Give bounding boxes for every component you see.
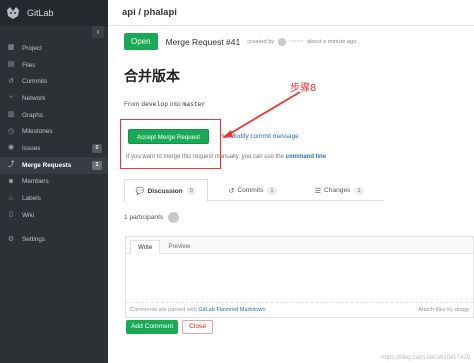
participants-label: 1 participants (124, 214, 164, 221)
into-label: into (169, 101, 181, 108)
sidebar-item-label: Graphs (22, 111, 43, 119)
graphs-icon: ▥ (7, 111, 15, 119)
clock-icon: ◷ (7, 127, 15, 135)
sidebar-item-label: Labels (22, 195, 41, 203)
sidebar-item-label: Wiki (22, 211, 35, 219)
comments-icon: 💬 (135, 188, 145, 195)
book-icon: ▯ (9, 211, 13, 219)
merge-icon: ⤴ (7, 161, 15, 169)
history-icon: ↺ (228, 187, 235, 195)
author-name[interactable]: ~~~~ (289, 39, 303, 45)
close-button[interactable]: Close (182, 320, 214, 334)
tab-write[interactable]: Write (130, 240, 161, 254)
comment-actions: Add Comment Close (126, 320, 214, 334)
sidebar-item-label: Commits (22, 78, 48, 86)
sidebar-item-members[interactable]: ☻ Members (0, 174, 108, 191)
merge-requests-count-badge: 1 (92, 160, 102, 170)
tab-preview[interactable]: Preview (160, 239, 198, 253)
sidebar-item-issues[interactable]: ◉ Issues 0 (0, 140, 108, 157)
created-by-label: created by (247, 38, 275, 45)
network-icon: ⑂ (8, 94, 14, 102)
add-comment-button[interactable]: Add Comment (126, 320, 179, 334)
dashboard-icon: ▦ (7, 44, 15, 52)
sidebar-item-project[interactable]: ▦ Project (0, 40, 108, 57)
brand[interactable]: GitLab (0, 0, 108, 26)
modify-link-label: Modify commit message (229, 133, 299, 140)
author-avatar[interactable] (278, 37, 287, 46)
markdown-link[interactable]: GitLab Flavored Markdown (198, 307, 265, 313)
sidebar-item-files[interactable]: ▤ Files (0, 57, 108, 74)
merge-request-header: Open Merge Request #41 created by ~~~~ a… (124, 33, 357, 50)
target-branch: master (182, 101, 206, 108)
comment-editor: Write Preview Comments are parsed with G… (125, 236, 474, 318)
members-icon: ☻ (7, 177, 15, 185)
participants: 1 participants (124, 212, 180, 223)
sidebar-item-commits[interactable]: ↺ Commits (0, 73, 108, 90)
sidebar-item-label: Issues (22, 144, 41, 152)
sidebar-item-settings[interactable]: ⚙ Settings (0, 232, 108, 249)
issues-icon: ◉ (7, 144, 15, 152)
command-line-link[interactable]: command line (286, 154, 326, 160)
tags-icon: ⌂ (8, 194, 14, 202)
tab-count-badge: 1 (267, 186, 277, 195)
sidebar-item-milestones[interactable]: ◷ Milestones (0, 123, 108, 140)
breadcrumb[interactable]: api / phalapi (122, 7, 177, 18)
markdown-note-prefix: Comments are parsed with (130, 307, 197, 313)
sidebar-item-label: Milestones (22, 128, 53, 136)
page-title: 合并版本 (124, 69, 180, 85)
tab-count-badge: 1 (354, 186, 364, 195)
sidebar-item-label: Members (22, 178, 49, 186)
tab-label: Discussion (147, 187, 183, 195)
tab-label: Commits (237, 187, 264, 194)
status-badge: Open (124, 33, 158, 50)
created-time: about a minute ago (306, 38, 357, 45)
tab-changes[interactable]: ☰ Changes 1 (297, 179, 381, 201)
main-content: api / phalapi Open Merge Request #41 cre… (108, 0, 474, 363)
list-icon: ☰ (314, 187, 322, 195)
editor-footer: Comments are parsed with GitLab Flavored… (126, 302, 473, 317)
history-icon: ↺ (8, 77, 14, 85)
created-by-info: created by ~~~~ about a minute ago (247, 37, 357, 46)
markdown-note: Comments are parsed with GitLab Flavored… (130, 307, 266, 313)
modify-commit-message-link[interactable]: ✎ Modify commit message (221, 133, 299, 141)
from-label: From (124, 101, 140, 108)
sidebar-item-merge-requests[interactable]: ⤴ Merge Requests 1 (0, 156, 108, 174)
annotation-label: 步骤8 (290, 83, 317, 94)
sidebar-item-label: Settings (22, 236, 46, 244)
sidebar-item-network[interactable]: ⑂ Network (0, 90, 108, 107)
gitlab-logo-icon (7, 7, 19, 19)
merge-request-title: Merge Request #41 (165, 36, 241, 47)
tab-discussion[interactable]: 💬 Discussion 0 (124, 179, 208, 202)
collapse-row: ‹ (0, 26, 108, 40)
tab-count-badge: 0 (186, 187, 196, 195)
branch-info: From develop into master (124, 101, 205, 108)
edit-icon: ✎ (220, 133, 227, 141)
sidebar-item-graphs[interactable]: ▥ Graphs (0, 107, 108, 124)
source-branch: develop (141, 101, 169, 108)
sidebar-item-labels[interactable]: ⌂ Labels (0, 190, 108, 207)
attach-files-link[interactable]: Attach files by dragg (418, 307, 469, 313)
issues-count-badge: 0 (92, 143, 102, 153)
topbar: api / phalapi (108, 0, 474, 26)
sidebar-item-label: Network (22, 94, 46, 102)
cogs-icon: ⚙ (7, 235, 15, 243)
sidebar-nav: ▦ Project ▤ Files ↺ Commits ⑂ Network ▥ Graph… (0, 40, 108, 248)
merge-request-tabs: 💬 Discussion 0 ↺ Commits 1 ☰ Changes 1 (124, 179, 384, 202)
collapse-sidebar-icon[interactable]: ‹ (92, 26, 104, 38)
tab-label: Changes (324, 187, 351, 194)
sidebar: GitLab ‹ ▦ Project ▤ Files ↺ Commits ⑂ Netwo… (0, 0, 108, 363)
sidebar-item-label: Files (22, 61, 36, 69)
nav-separator (0, 224, 108, 232)
sidebar-item-label: Merge Requests (22, 161, 72, 169)
sidebar-item-label: Project (22, 44, 42, 52)
brand-name: GitLab (27, 8, 54, 18)
editor-tabs: Write Preview (126, 237, 473, 254)
tab-commits[interactable]: ↺ Commits 1 (211, 179, 295, 201)
sidebar-item-wiki[interactable]: ▯ Wiki (0, 207, 108, 224)
watermark: https://blog.csdn.net/u010417470 (381, 355, 470, 361)
files-icon: ▤ (7, 61, 15, 69)
participant-avatar[interactable] (168, 212, 180, 223)
comment-textarea[interactable] (126, 254, 473, 302)
annotation-highlight-box (120, 119, 221, 169)
